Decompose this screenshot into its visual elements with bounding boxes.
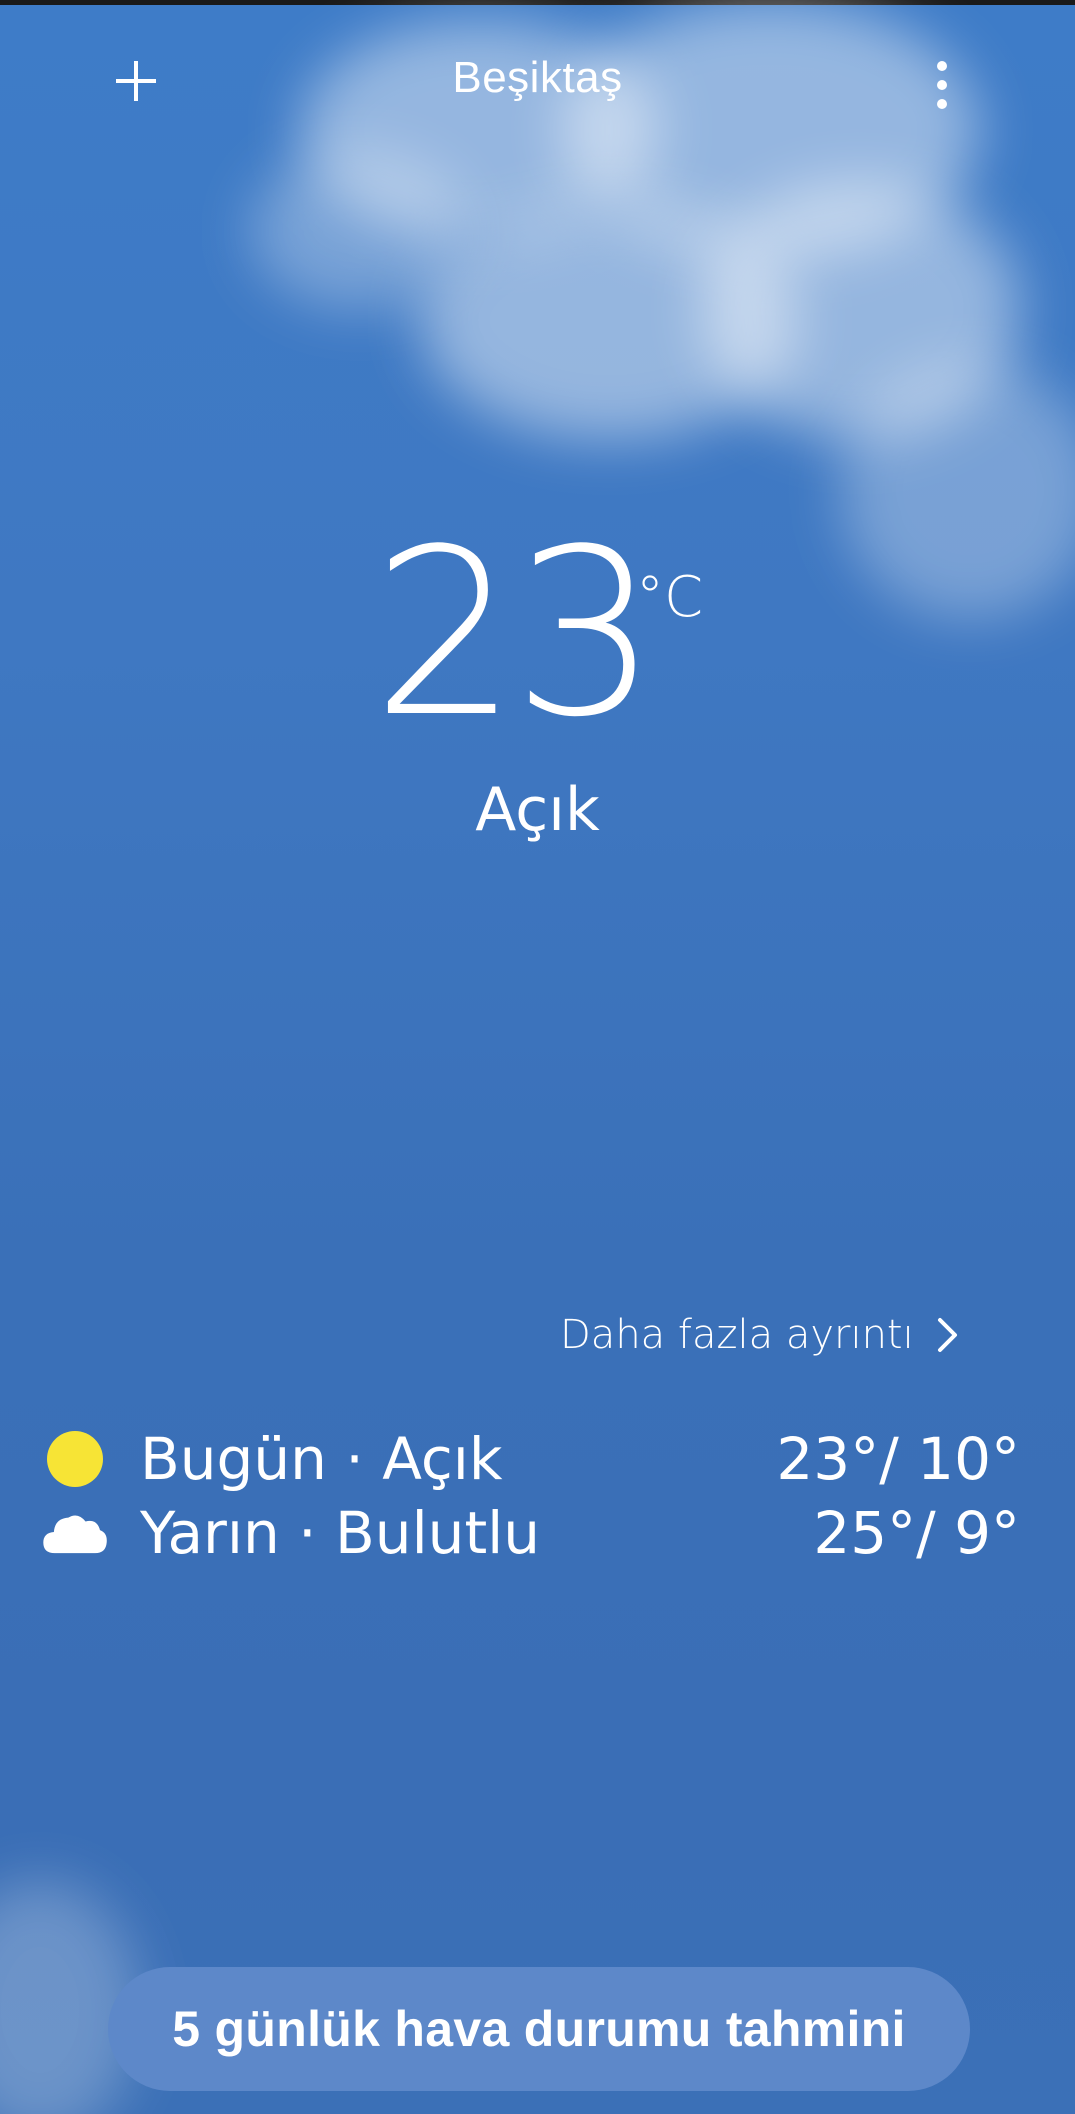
cloud-icon <box>40 1498 110 1568</box>
current-condition: Açık <box>475 775 600 845</box>
five-day-forecast-label: 5 günlük hava durumu tahmini <box>172 2001 906 2057</box>
sky-background <box>0 0 1075 2114</box>
more-details-label: Daha fazla ayrıntı <box>560 1312 914 1358</box>
more-details-link[interactable]: Daha fazla ayrıntı <box>560 1305 960 1365</box>
forecast-label-tomorrow: Yarın · Bulutlu <box>140 1499 541 1567</box>
current-temperature: 23 °C <box>0 501 1075 768</box>
five-day-forecast-button[interactable]: 5 günlük hava durumu tahmini <box>108 1967 970 2091</box>
app-header: Beşiktaş <box>0 5 1075 155</box>
forecast-label-today: Bugün · Açık <box>140 1425 503 1493</box>
temperature-unit: °C <box>636 565 704 630</box>
chevron-right-icon <box>937 1318 957 1352</box>
forecast-range-today: 23°/ 10° <box>776 1425 1020 1493</box>
forecast-row-tomorrow[interactable]: Yarın · Bulutlu 25°/ 9° <box>40 1498 1020 1568</box>
forecast-row-today[interactable]: Bugün · Açık 23°/ 10° <box>40 1424 1020 1494</box>
forecast-range-tomorrow: 25°/ 9° <box>813 1499 1020 1567</box>
temperature-value: 23 <box>372 501 659 768</box>
more-options-button[interactable] <box>912 45 972 125</box>
sun-icon <box>40 1424 110 1494</box>
more-vertical-icon <box>937 61 947 109</box>
